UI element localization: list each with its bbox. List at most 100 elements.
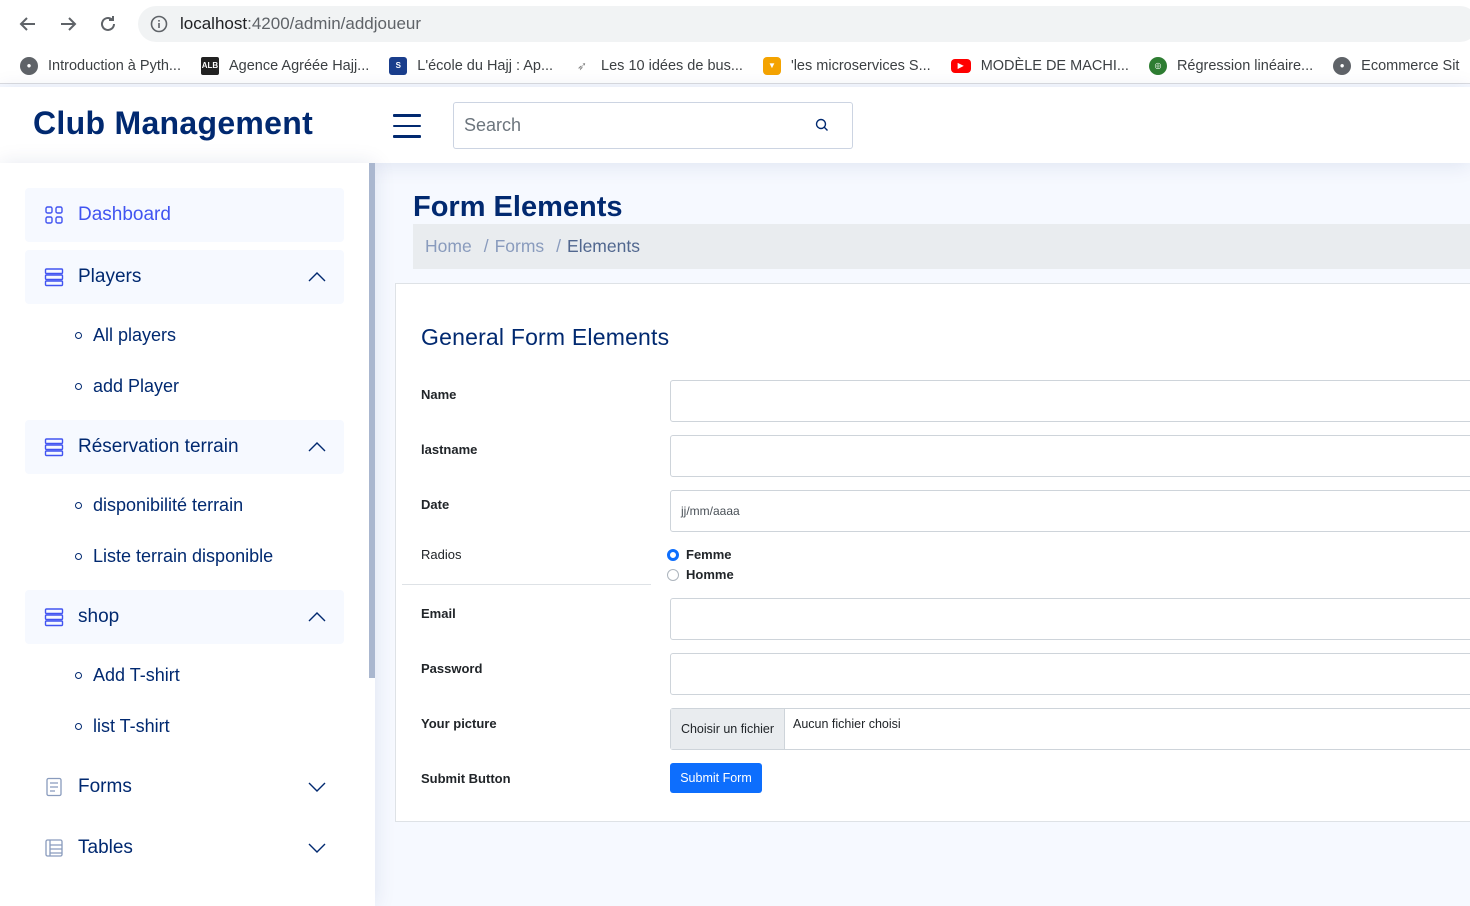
bookmarks-bar: ● Introduction à Pyth... ALB Agence Agré… <box>0 48 1470 84</box>
file-input[interactable]: Choisir un fichier Aucun fichier choisi <box>670 708 1470 750</box>
globe-icon: ● <box>1333 56 1352 75</box>
bookmark-item[interactable]: ● Ecommerce Sit <box>1333 56 1459 75</box>
picture-label: Your picture <box>421 716 497 731</box>
email-input[interactable] <box>671 599 1470 639</box>
radio-checked-icon[interactable] <box>667 548 679 561</box>
card-title: General Form Elements <box>421 324 670 350</box>
lastname-field[interactable] <box>670 435 1470 477</box>
bookmark-label: Régression linéaire... <box>1176 57 1314 74</box>
youtube-icon: ▶ <box>950 58 971 73</box>
radio-unchecked-icon[interactable] <box>667 568 679 581</box>
circle-icon <box>75 332 82 339</box>
address-bar[interactable]: localhost:4200/admin/addjoueur <box>138 6 1470 42</box>
circle-icon <box>75 723 82 730</box>
table-icon <box>43 837 65 859</box>
bookmark-item[interactable]: ▶ MODÈLE DE MACHI... <box>950 57 1129 74</box>
form-card: General Form Elements Name lastname Date… <box>395 283 1470 822</box>
name-input[interactable] <box>671 381 1470 421</box>
breadcrumb-separator: / <box>556 236 562 256</box>
back-icon[interactable] <box>16 12 40 36</box>
sidebar-subitem-add-tshirt[interactable]: Add T-shirt <box>75 665 180 686</box>
password-label: Password <box>421 661 483 676</box>
sidebar-subitem-disponibilite[interactable]: disponibilité terrain <box>75 495 243 516</box>
chevron-down-icon <box>308 838 326 860</box>
reload-icon[interactable] <box>96 12 120 36</box>
circle-icon <box>75 502 82 509</box>
server-icon <box>43 266 65 288</box>
sidebar-subitem-add-player[interactable]: add Player <box>75 376 179 397</box>
bookmark-label: Introduction à Pyth... <box>48 57 181 74</box>
name-field[interactable] <box>670 380 1470 422</box>
school-logo-icon: S <box>389 56 408 75</box>
radio-femme[interactable]: Femme <box>667 547 732 562</box>
circle-icon <box>75 383 82 390</box>
lastname-input[interactable] <box>671 436 1470 476</box>
radio-homme[interactable]: Homme <box>667 567 734 582</box>
sidebar-item-tables[interactable]: Tables <box>25 821 344 875</box>
sidebar-scrollbar[interactable] <box>369 163 375 678</box>
breadcrumb-forms[interactable]: Forms <box>495 236 545 257</box>
sidebar-subitem-all-players[interactable]: All players <box>75 325 176 346</box>
url-path: :4200/admin/addjoueur <box>247 14 422 33</box>
lastname-label: lastname <box>421 442 478 457</box>
radios-label: Radios <box>421 547 462 562</box>
green-logo-icon: ◎ <box>1148 56 1167 75</box>
arrow-logo-icon: ➶ <box>577 58 588 73</box>
date-placeholder: jj/mm/aaaa <box>681 504 740 518</box>
sidebar-item-players[interactable]: Players <box>25 250 344 304</box>
password-field[interactable] <box>670 653 1470 695</box>
sidebar: Dashboard Players All players add Player… <box>0 163 375 906</box>
info-icon[interactable] <box>150 15 168 33</box>
search-input[interactable] <box>454 103 794 148</box>
sidebar-item-label: Tables <box>78 837 133 858</box>
radio-label: Femme <box>686 547 732 562</box>
email-field[interactable] <box>670 598 1470 640</box>
choose-file-button[interactable]: Choisir un fichier <box>671 709 785 749</box>
forward-icon[interactable] <box>56 12 80 36</box>
bookmark-item[interactable]: ◎ Régression linéaire... <box>1148 56 1314 75</box>
chevron-up-icon <box>308 437 326 459</box>
chevron-up-icon <box>308 267 326 289</box>
sidebar-subitem-label: disponibilité terrain <box>93 495 244 515</box>
circle-icon <box>75 553 82 560</box>
breadcrumb-home[interactable]: Home <box>425 236 472 257</box>
breadcrumb-current: Elements <box>567 236 640 256</box>
sidebar-item-shop[interactable]: shop <box>25 590 344 644</box>
bookmark-label: MODÈLE DE MACHI... <box>980 57 1129 74</box>
sidebar-subitem-label: All players <box>93 325 177 345</box>
bookmark-item[interactable]: ALB Agence Agréée Hajj... <box>201 56 369 75</box>
sidebar-item-label: Réservation terrain <box>78 436 239 457</box>
bookmark-label: Les 10 idées de bus... <box>601 57 743 74</box>
server-icon <box>43 606 65 628</box>
sidebar-subitem-label: Liste terrain disponible <box>93 546 274 566</box>
bookmark-item[interactable]: ➶ Les 10 idées de bus... <box>573 57 743 75</box>
sidebar-subitem-list-tshirt[interactable]: list T-shirt <box>75 716 170 737</box>
server-icon <box>43 436 65 458</box>
bookmark-item[interactable]: S L'école du Hajj : Ap... <box>389 56 554 75</box>
app-logo[interactable]: Club Management <box>33 105 313 142</box>
grid-icon <box>43 204 65 226</box>
bookmark-item[interactable]: ▼ 'les microservices S... <box>762 56 931 75</box>
browser-toolbar: localhost:4200/admin/addjoueur <box>0 0 1470 48</box>
bookmark-label: 'les microservices S... <box>790 57 931 74</box>
submit-form-button[interactable]: Submit Form <box>670 763 762 793</box>
bookmark-label: L'école du Hajj : Ap... <box>417 57 554 74</box>
circle-icon <box>75 672 82 679</box>
sidebar-item-label: shop <box>78 606 120 627</box>
date-field[interactable]: jj/mm/aaaa <box>670 490 1470 532</box>
menu-toggle-icon[interactable] <box>393 114 421 138</box>
page-title: Form Elements <box>413 191 623 223</box>
sidebar-item-reservation[interactable]: Réservation terrain <box>25 420 344 474</box>
sidebar-subitem-liste-terrain[interactable]: Liste terrain disponible <box>75 546 273 567</box>
app-header: Club Management <box>0 87 1470 163</box>
search-icon[interactable] <box>814 117 830 138</box>
chevron-down-icon <box>308 777 326 799</box>
bookmark-item[interactable]: ● Introduction à Pyth... <box>20 56 181 75</box>
email-label: Email <box>421 606 456 621</box>
sidebar-item-label: Players <box>78 266 142 287</box>
journal-icon <box>43 776 65 798</box>
alb-logo-icon: ALB <box>201 56 219 75</box>
sidebar-item-dashboard[interactable]: Dashboard <box>25 188 344 242</box>
password-input[interactable] <box>671 654 1470 694</box>
sidebar-item-forms[interactable]: Forms <box>25 760 344 814</box>
